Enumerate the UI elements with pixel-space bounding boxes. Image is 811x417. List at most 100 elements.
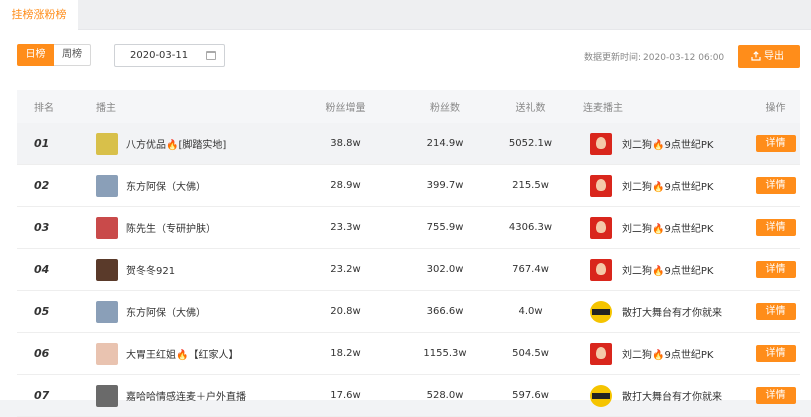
peer-cell: 刘二狗🔥9点世纪PK — [573, 174, 751, 197]
anchor-avatar[interactable] — [96, 300, 118, 323]
table-row[interactable]: 01 八方优品🔥[脚踏实地] 38.8w 214.9w 5052.1w 刘二狗🔥… — [17, 123, 800, 165]
rank-number: 05 — [34, 305, 50, 318]
detail-button[interactable]: 详情 — [755, 387, 796, 404]
fans-cell: 366.6w — [426, 306, 464, 317]
peer-name[interactable]: 刘二狗🔥9点世纪PK — [622, 262, 713, 277]
fan-gain-cell: 17.6w — [330, 390, 361, 401]
peer-cell: 刘二狗🔥9点世纪PK — [573, 258, 751, 281]
rank-number: 04 — [34, 263, 50, 276]
peer-name[interactable]: 散打大舞台有才你就来 — [622, 304, 722, 319]
daily-ranking-button[interactable]: 日榜 — [17, 44, 54, 66]
peer-name[interactable]: 刘二狗🔥9点世纪PK — [622, 220, 713, 235]
operation-cell: 详情 — [751, 177, 800, 194]
detail-button[interactable]: 详情 — [755, 261, 796, 278]
operation-cell: 详情 — [751, 135, 800, 152]
peer-avatar[interactable] — [590, 342, 612, 365]
peer-avatar[interactable] — [590, 216, 612, 239]
anchor-name[interactable]: 八方优品🔥[脚踏实地] — [126, 136, 226, 151]
anchor-cell: 陈先生（专研护肤） — [96, 216, 289, 239]
ranking-table: 排名 播主 粉丝增量 粉丝数 送礼数 连麦播主 操作 01 八方优品🔥[脚踏实地… — [17, 90, 800, 417]
rank-number: 01 — [34, 137, 50, 150]
anchor-cell: 东方阿保（大佛） — [96, 174, 289, 197]
anchor-name[interactable]: 贺冬冬921 — [126, 262, 175, 277]
peer-name[interactable]: 刘二狗🔥9点世纪PK — [622, 346, 713, 361]
anchor-name[interactable]: 东方阿保（大佛） — [126, 304, 206, 319]
table-row[interactable]: 02 东方阿保（大佛） 28.9w 399.7w 215.5w 刘二狗🔥9点世纪… — [17, 165, 800, 207]
operation-cell: 详情 — [751, 387, 800, 404]
detail-button[interactable]: 详情 — [755, 219, 796, 236]
header-peer-anchor: 连麦播主 — [583, 103, 623, 114]
table-row[interactable]: 04 贺冬冬921 23.2w 302.0w 767.4w 刘二狗🔥9点世纪PK… — [17, 249, 800, 291]
peer-name[interactable]: 散打大舞台有才你就来 — [622, 388, 722, 403]
fan-gain-cell: 20.8w — [330, 306, 361, 317]
peer-cell: 刘二狗🔥9点世纪PK — [573, 342, 751, 365]
rank-number: 02 — [34, 179, 50, 192]
export-label: 导出 — [764, 51, 784, 62]
update-time-info: 数据更新时间: 2020-03-12 06:00 — [582, 50, 724, 63]
peer-name[interactable]: 刘二狗🔥9点世纪PK — [622, 178, 713, 193]
detail-button[interactable]: 详情 — [755, 345, 796, 362]
table-row[interactable]: 03 陈先生（专研护肤） 23.3w 755.9w 4306.3w 刘二狗🔥9点… — [17, 207, 800, 249]
anchor-cell: 八方优品🔥[脚踏实地] — [96, 132, 289, 155]
peer-cell: 散打大舞台有才你就来 — [573, 384, 751, 407]
gifts-cell: 4.0w — [518, 306, 543, 317]
gifts-cell: 767.4w — [512, 264, 549, 275]
fan-gain-cell: 18.2w — [330, 348, 361, 359]
table-row[interactable]: 05 东方阿保（大佛） 20.8w 366.6w 4.0w 散打大舞台有才你就来… — [17, 291, 800, 333]
header-anchor: 播主 — [96, 103, 116, 114]
anchor-avatar[interactable] — [96, 132, 118, 155]
peer-avatar[interactable] — [590, 258, 612, 281]
gifts-cell: 5052.1w — [508, 138, 553, 149]
fan-gain-cell: 23.2w — [330, 264, 361, 275]
peer-avatar[interactable] — [590, 132, 612, 155]
rank-cell: 04 — [17, 263, 96, 276]
anchor-name[interactable]: 大胃王红姐🔥【红家人】 — [126, 346, 238, 361]
calendar-icon — [206, 51, 216, 60]
fans-cell: 755.9w — [426, 222, 464, 233]
tab-bar: 挂榜涨粉榜 — [0, 0, 811, 30]
anchor-avatar[interactable] — [96, 216, 118, 239]
export-button[interactable]: 导出 — [738, 45, 800, 68]
anchor-cell: 东方阿保（大佛） — [96, 300, 289, 323]
gifts-cell: 504.5w — [512, 348, 549, 359]
anchor-avatar[interactable] — [96, 342, 118, 365]
table-row[interactable]: 06 大胃王红姐🔥【红家人】 18.2w 1155.3w 504.5w 刘二狗🔥… — [17, 333, 800, 375]
header-gifts: 送礼数 — [515, 103, 546, 114]
header-fans: 粉丝数 — [430, 103, 460, 114]
weekly-ranking-button[interactable]: 周榜 — [54, 44, 91, 66]
fans-cell: 1155.3w — [423, 348, 467, 359]
header-rank: 排名 — [34, 103, 54, 114]
detail-button[interactable]: 详情 — [755, 177, 796, 194]
anchor-avatar[interactable] — [96, 384, 118, 407]
rank-number: 03 — [34, 221, 50, 234]
detail-button[interactable]: 详情 — [755, 303, 796, 320]
update-time-value: 2020-03-12 06:00 — [643, 53, 725, 63]
peer-avatar[interactable] — [590, 300, 612, 323]
peer-avatar[interactable] — [590, 384, 612, 407]
peer-avatar[interactable] — [590, 174, 612, 197]
anchor-cell: 嘉哈哈情感连麦＋户外直播 — [96, 384, 289, 407]
anchor-name[interactable]: 东方阿保（大佛） — [126, 178, 206, 193]
rank-cell: 02 — [17, 179, 96, 192]
tab-fan-gain-ranking[interactable]: 挂榜涨粉榜 — [0, 0, 78, 30]
table-row[interactable]: 07 嘉哈哈情感连麦＋户外直播 17.6w 528.0w 597.6w 散打大舞… — [17, 375, 800, 417]
detail-button[interactable]: 详情 — [755, 135, 796, 152]
anchor-avatar[interactable] — [96, 258, 118, 281]
rank-number: 07 — [34, 389, 50, 402]
gifts-cell: 215.5w — [512, 180, 549, 191]
peer-cell: 刘二狗🔥9点世纪PK — [573, 132, 751, 155]
fans-cell: 302.0w — [426, 264, 464, 275]
anchor-avatar[interactable] — [96, 174, 118, 197]
date-picker[interactable]: 2020-03-11 — [114, 44, 225, 67]
rank-cell: 05 — [17, 305, 96, 318]
table-header: 排名 播主 粉丝增量 粉丝数 送礼数 连麦播主 操作 — [17, 90, 800, 123]
gifts-cell: 4306.3w — [508, 222, 553, 233]
rank-number: 06 — [34, 347, 50, 360]
anchor-name[interactable]: 嘉哈哈情感连麦＋户外直播 — [126, 388, 246, 403]
peer-name[interactable]: 刘二狗🔥9点世纪PK — [622, 136, 713, 151]
fan-gain-cell: 28.9w — [330, 180, 361, 191]
anchor-cell: 贺冬冬921 — [96, 258, 289, 281]
peer-cell: 刘二狗🔥9点世纪PK — [573, 216, 751, 239]
anchor-name[interactable]: 陈先生（专研护肤） — [126, 220, 216, 235]
gifts-cell: 597.6w — [512, 390, 549, 401]
